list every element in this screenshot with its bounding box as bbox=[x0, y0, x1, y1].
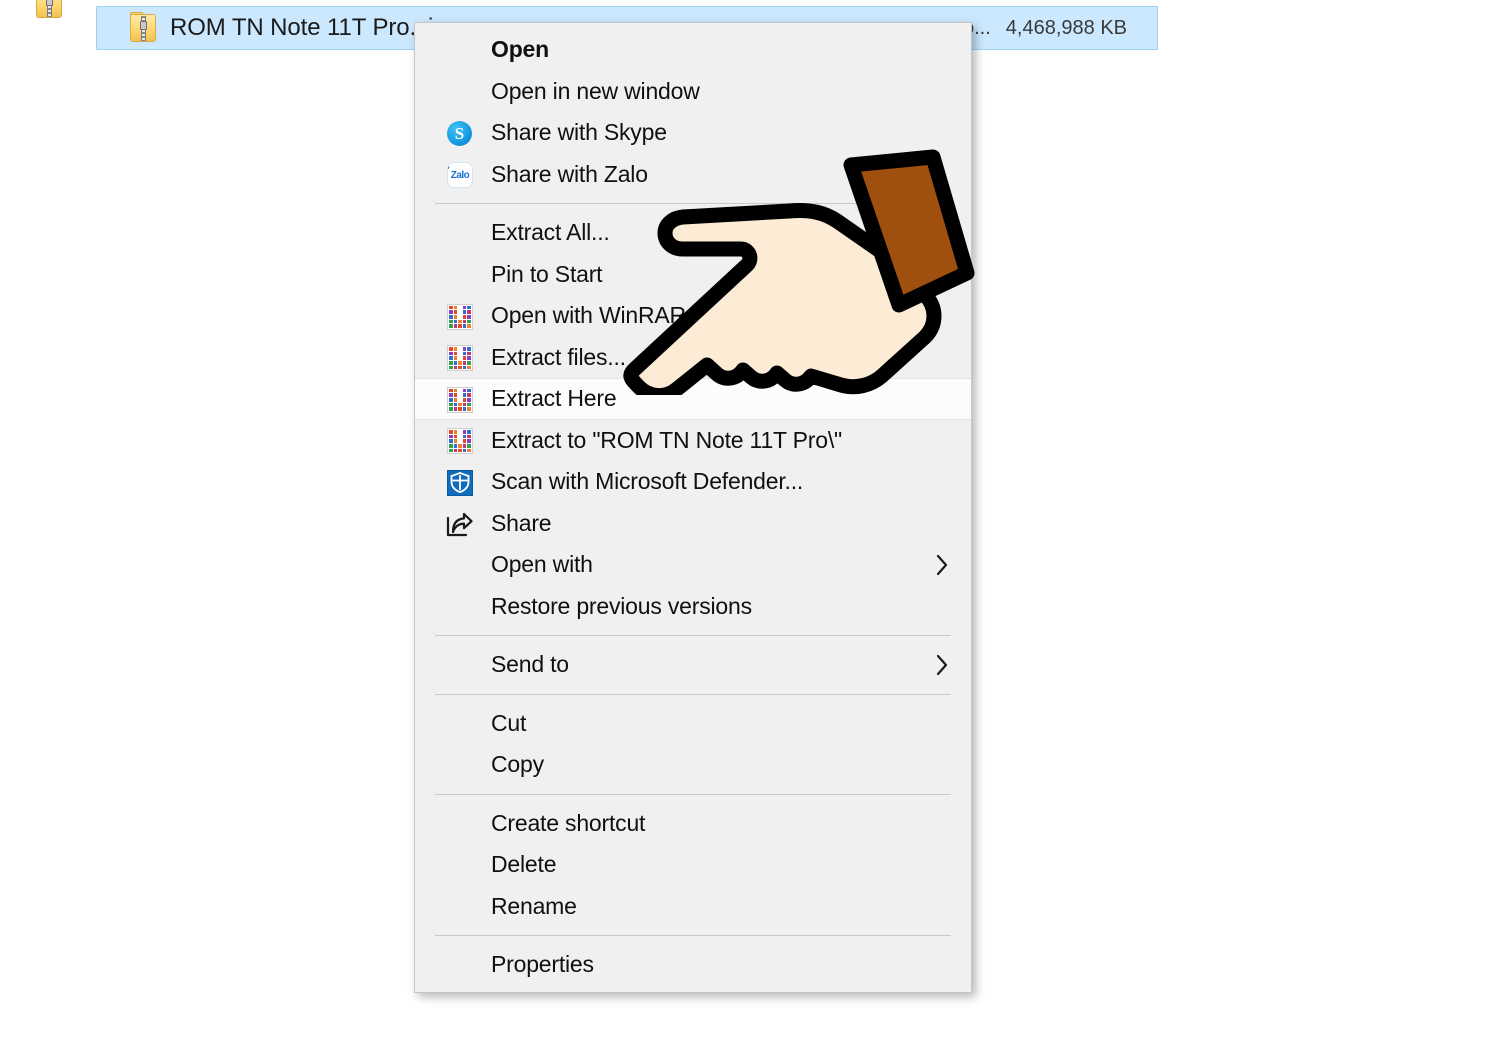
context-menu[interactable]: Open Open in new window S Share with Skype Z… bbox=[414, 22, 972, 993]
menu-item-open-with[interactable]: Open with bbox=[415, 544, 971, 586]
menu-item-label: Open with bbox=[491, 551, 593, 578]
winrar-icon bbox=[445, 425, 475, 455]
zip-folder-icon bbox=[36, 0, 62, 20]
menu-item-label: Extract files... bbox=[491, 343, 626, 370]
file-size-label: 4,468,988 KB bbox=[1005, 16, 1127, 39]
menu-item-share-with-zalo[interactable]: Zalo Share with Zalo bbox=[415, 154, 971, 196]
menu-item-extract-to-rom-tn-note-11t-pro[interactable]: Extract to "ROM TN Note 11T Pro\" bbox=[415, 420, 971, 462]
icon-placeholder bbox=[445, 650, 475, 680]
icon-placeholder bbox=[445, 259, 475, 289]
winrar-icon bbox=[445, 384, 475, 414]
icon-placeholder bbox=[445, 808, 475, 838]
menu-item-extract-files[interactable]: Extract files... bbox=[415, 337, 971, 379]
menu-item-share-with-skype[interactable]: S Share with Skype bbox=[415, 112, 971, 154]
menu-item-label: Share with Skype bbox=[491, 119, 667, 146]
icon-placeholder bbox=[445, 891, 475, 921]
menu-item-send-to[interactable]: Send to bbox=[415, 644, 971, 686]
menu-item-share[interactable]: Share bbox=[415, 503, 971, 545]
menu-item-copy[interactable]: Copy bbox=[415, 744, 971, 786]
icon-placeholder bbox=[445, 950, 475, 980]
menu-item-label: Create shortcut bbox=[491, 809, 646, 836]
zip-folder-icon bbox=[130, 12, 156, 44]
menu-item-label: Extract Here bbox=[491, 385, 617, 412]
menu-item-delete[interactable]: Delete bbox=[415, 844, 971, 886]
menu-item-label: Share bbox=[491, 509, 552, 536]
menu-separator bbox=[435, 693, 951, 695]
icon-placeholder bbox=[445, 708, 475, 738]
winrar-icon bbox=[445, 301, 475, 331]
menu-item-label: Extract to "ROM TN Note 11T Pro\" bbox=[491, 426, 843, 453]
menu-separator bbox=[435, 635, 951, 636]
menu-item-label: Open with WinRAR bbox=[491, 302, 686, 329]
zalo-icon: Zalo bbox=[445, 159, 475, 189]
share-arrow-icon bbox=[445, 508, 475, 538]
menu-item-pin-to-start[interactable]: Pin to Start bbox=[415, 254, 971, 296]
menu-item-create-shortcut[interactable]: Create shortcut bbox=[415, 803, 971, 845]
menu-item-open-in-new-window[interactable]: Open in new window bbox=[415, 71, 971, 113]
icon-placeholder bbox=[445, 76, 475, 106]
chevron-right-icon bbox=[935, 654, 949, 676]
menu-item-label: Delete bbox=[491, 851, 557, 878]
partial-list-item-above bbox=[36, 0, 70, 18]
menu-item-restore-previous-versions[interactable]: Restore previous versions bbox=[415, 586, 971, 628]
icon-placeholder bbox=[445, 591, 475, 621]
menu-item-label: Share with Zalo bbox=[491, 160, 648, 187]
menu-item-extract-all[interactable]: Extract All... bbox=[415, 212, 971, 254]
menu-item-label: Rename bbox=[491, 892, 577, 919]
menu-item-label: Open bbox=[491, 36, 549, 63]
menu-separator bbox=[435, 935, 951, 936]
menu-item-label: Restore previous versions bbox=[491, 592, 752, 619]
menu-separator bbox=[435, 793, 951, 795]
menu-separator bbox=[435, 203, 951, 204]
menu-item-label: Open in new window bbox=[491, 77, 700, 104]
menu-item-label: Pin to Start bbox=[491, 260, 603, 287]
menu-item-scan-with-microsoft-defender[interactable]: Scan with Microsoft Defender... bbox=[415, 461, 971, 503]
menu-item-extract-here[interactable]: Extract Here bbox=[415, 378, 971, 420]
winrar-icon bbox=[445, 342, 475, 372]
icon-placeholder bbox=[445, 35, 475, 65]
menu-item-cut[interactable]: Cut bbox=[415, 703, 971, 745]
icon-placeholder bbox=[445, 750, 475, 780]
icon-placeholder bbox=[445, 218, 475, 248]
skype-icon: S bbox=[445, 118, 475, 148]
menu-item-label: Scan with Microsoft Defender... bbox=[491, 468, 804, 495]
menu-item-open-with-winrar[interactable]: Open with WinRAR bbox=[415, 295, 971, 337]
menu-item-label: Cut bbox=[491, 709, 527, 736]
icon-placeholder bbox=[445, 550, 475, 580]
menu-item-label: Copy bbox=[491, 751, 544, 778]
menu-item-label: Extract All... bbox=[491, 219, 610, 246]
menu-item-rename[interactable]: Rename bbox=[415, 886, 971, 928]
menu-item-label: Send to bbox=[491, 651, 569, 678]
file-name-label: ROM TN Note 11T Pro.zip bbox=[170, 14, 447, 41]
menu-item-open[interactable]: Open bbox=[415, 29, 971, 71]
chevron-right-icon bbox=[935, 554, 949, 576]
defender-shield-icon bbox=[445, 467, 475, 497]
menu-item-label: Properties bbox=[491, 951, 594, 978]
menu-item-properties[interactable]: Properties bbox=[415, 944, 971, 986]
icon-placeholder bbox=[445, 850, 475, 880]
